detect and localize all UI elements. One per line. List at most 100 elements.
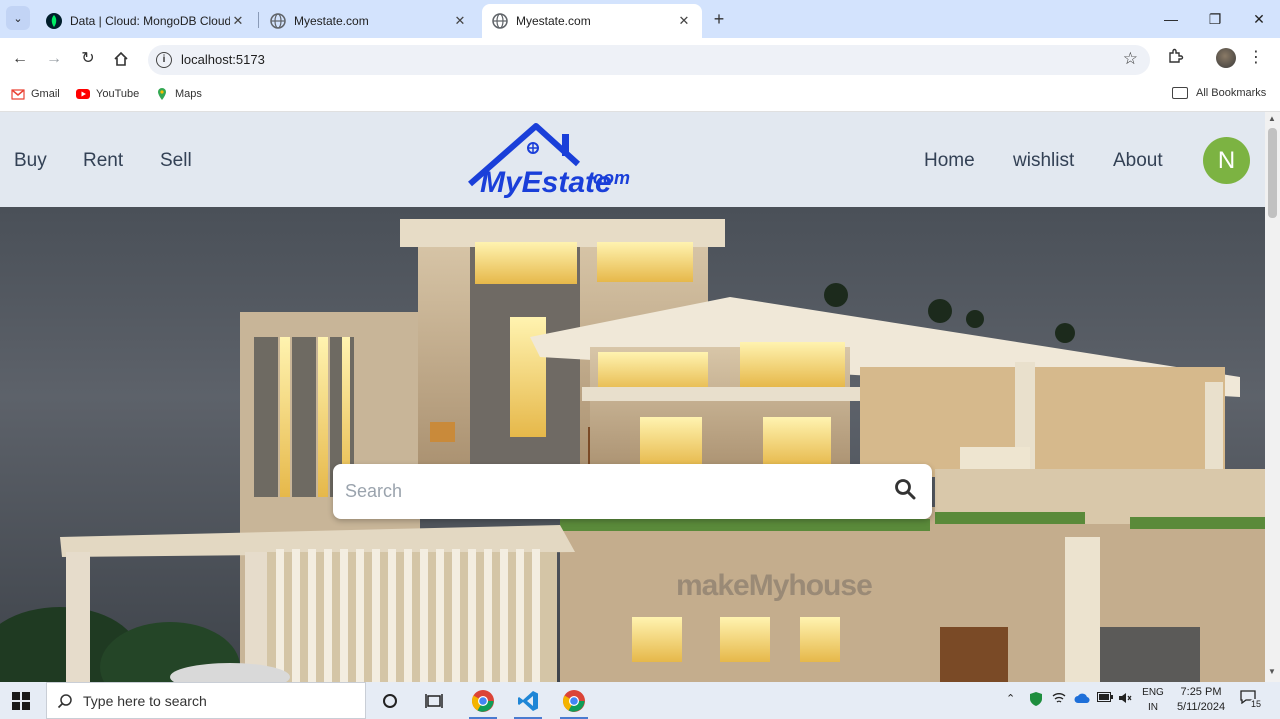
vscode-icon: [518, 691, 538, 711]
folder-icon: [1172, 87, 1188, 99]
close-icon[interactable]: ✕: [452, 13, 468, 29]
chrome-icon: [472, 690, 494, 712]
mongodb-leaf-icon: [46, 13, 62, 29]
bookmark-label: YouTube: [96, 88, 140, 100]
search-button[interactable]: [894, 478, 920, 504]
tab-separator: [258, 12, 259, 28]
chrome-icon: [563, 690, 585, 712]
search-input[interactable]: [345, 476, 875, 506]
search-icon: [895, 479, 916, 500]
clock-time: 7:25 PM: [1180, 686, 1222, 698]
reload-button[interactable]: ↻: [76, 47, 100, 71]
screen: ⌄ Data | Cloud: MongoDB Cloud ✕ Myestate…: [0, 0, 1280, 719]
lang-line1: ENG: [1142, 687, 1164, 698]
notification-count: 15: [1249, 699, 1264, 709]
language-indicator[interactable]: ENG IN: [1140, 685, 1166, 715]
arrow-right-icon: →: [46, 50, 62, 67]
new-tab-button[interactable]: +: [708, 8, 730, 30]
user-avatar[interactable]: N: [1203, 137, 1250, 184]
tab-title: Myestate.com: [294, 14, 369, 28]
address-bar[interactable]: i localhost:5173 ☆: [148, 45, 1150, 75]
chevron-up-icon[interactable]: ⌃: [1006, 692, 1015, 705]
bookmarks-bar: Gmail YouTube Maps All Bookmarks: [0, 80, 1280, 112]
search-box: [333, 464, 932, 519]
tab-title: Data | Cloud: MongoDB Cloud: [70, 14, 230, 28]
close-icon[interactable]: ✕: [230, 13, 246, 29]
windows-taskbar: Type here to search ⌃ ENG IN 7:25 PM 5/1…: [0, 682, 1280, 719]
tab-strip: ⌄ Data | Cloud: MongoDB Cloud ✕ Myestate…: [0, 0, 1280, 38]
svg-text:.com: .com: [588, 168, 630, 188]
image-watermark: makeMyhouse: [676, 569, 873, 602]
scroll-thumb[interactable]: [1268, 128, 1277, 218]
task-view-button[interactable]: [416, 686, 452, 716]
system-clock[interactable]: 7:25 PM 5/11/2024: [1170, 685, 1232, 715]
tab-myestate-2[interactable]: Myestate.com ✕: [482, 4, 702, 38]
search-icon: [57, 693, 72, 708]
back-button[interactable]: ←: [8, 47, 32, 71]
nav-about[interactable]: About: [1113, 150, 1163, 172]
house-photo-illustration: [0, 219, 1265, 682]
lang-line2: IN: [1148, 702, 1158, 713]
wifi-icon[interactable]: [1052, 692, 1066, 707]
cortana-button[interactable]: [372, 686, 408, 716]
clock-date: 5/11/2024: [1176, 701, 1226, 713]
chevron-down-icon: ⌄: [13, 12, 23, 25]
restore-button[interactable]: ❐: [1204, 8, 1226, 30]
cloud-icon[interactable]: [1074, 692, 1090, 707]
scroll-up-icon[interactable]: ▲: [1268, 114, 1276, 123]
minimize-button[interactable]: —: [1160, 8, 1182, 30]
taskbar-vscode[interactable]: [510, 686, 546, 719]
shield-icon[interactable]: [1030, 692, 1042, 709]
tab-mongodb[interactable]: Data | Cloud: MongoDB Cloud ✕: [36, 4, 256, 38]
globe-icon: [492, 13, 508, 29]
battery-icon[interactable]: [1097, 692, 1113, 705]
url-text[interactable]: localhost:5173: [181, 52, 265, 67]
tab-myestate-1[interactable]: Myestate.com ✕: [260, 4, 478, 38]
gmail-icon: [11, 89, 25, 100]
task-view-icon: [425, 694, 443, 708]
bookmark-label: Maps: [175, 88, 202, 100]
tab-search-button[interactable]: ⌄: [6, 6, 30, 30]
bookmark-star-icon[interactable]: ☆: [1123, 49, 1138, 69]
reload-icon: ↻: [81, 50, 95, 67]
nav-rent[interactable]: Rent: [83, 150, 123, 172]
browser-toolbar: ← → ↻ i localhost:5173 ☆ ⋮: [0, 38, 1280, 80]
forward-button[interactable]: →: [42, 47, 66, 71]
arrow-left-icon: ←: [12, 50, 28, 67]
nav-sell[interactable]: Sell: [160, 150, 192, 172]
extensions-icon[interactable]: [1166, 47, 1186, 67]
all-bookmarks[interactable]: All Bookmarks: [1172, 87, 1266, 99]
youtube-icon: [76, 89, 90, 99]
taskbar-chrome-1[interactable]: [465, 686, 501, 719]
taskbar-search[interactable]: Type here to search: [46, 682, 366, 719]
nav-buy[interactable]: Buy: [14, 150, 47, 172]
bookmark-maps[interactable]: Maps: [155, 87, 202, 101]
speaker-muted-icon[interactable]: [1118, 692, 1132, 707]
site-info-icon[interactable]: i: [156, 52, 172, 68]
taskbar-chrome-2[interactable]: [556, 686, 592, 719]
globe-icon: [270, 13, 286, 29]
taskbar-search-placeholder: Type here to search: [83, 692, 207, 709]
windows-start-icon[interactable]: [12, 692, 30, 710]
house-logo-icon: MyEstate .com: [468, 123, 630, 199]
page-scrollbar[interactable]: ▲ ▼: [1265, 112, 1280, 682]
scroll-down-icon[interactable]: ▼: [1268, 667, 1276, 676]
profile-avatar[interactable]: [1216, 48, 1236, 68]
bookmark-gmail[interactable]: Gmail: [11, 87, 60, 101]
home-icon: [114, 51, 128, 66]
nav-home[interactable]: Home: [924, 150, 975, 172]
nav-wishlist[interactable]: wishlist: [1013, 150, 1074, 172]
bookmark-youtube[interactable]: YouTube: [76, 87, 139, 101]
circle-icon: [383, 694, 397, 708]
site-logo[interactable]: MyEstate .com: [466, 122, 641, 206]
web-page: Buy Rent Sell MyEstate .com Home wishlis…: [0, 112, 1265, 682]
maps-pin-icon: [158, 88, 166, 100]
all-bookmarks-label: All Bookmarks: [1196, 87, 1267, 99]
close-icon[interactable]: ✕: [676, 13, 692, 29]
site-navbar: Buy Rent Sell MyEstate .com Home wishlis…: [0, 112, 1265, 207]
home-button[interactable]: [109, 47, 133, 71]
bookmark-label: Gmail: [31, 88, 60, 100]
notification-center[interactable]: 15: [1240, 690, 1264, 710]
close-window-button[interactable]: ✕: [1248, 8, 1270, 30]
menu-kebab-icon[interactable]: ⋮: [1248, 47, 1264, 67]
